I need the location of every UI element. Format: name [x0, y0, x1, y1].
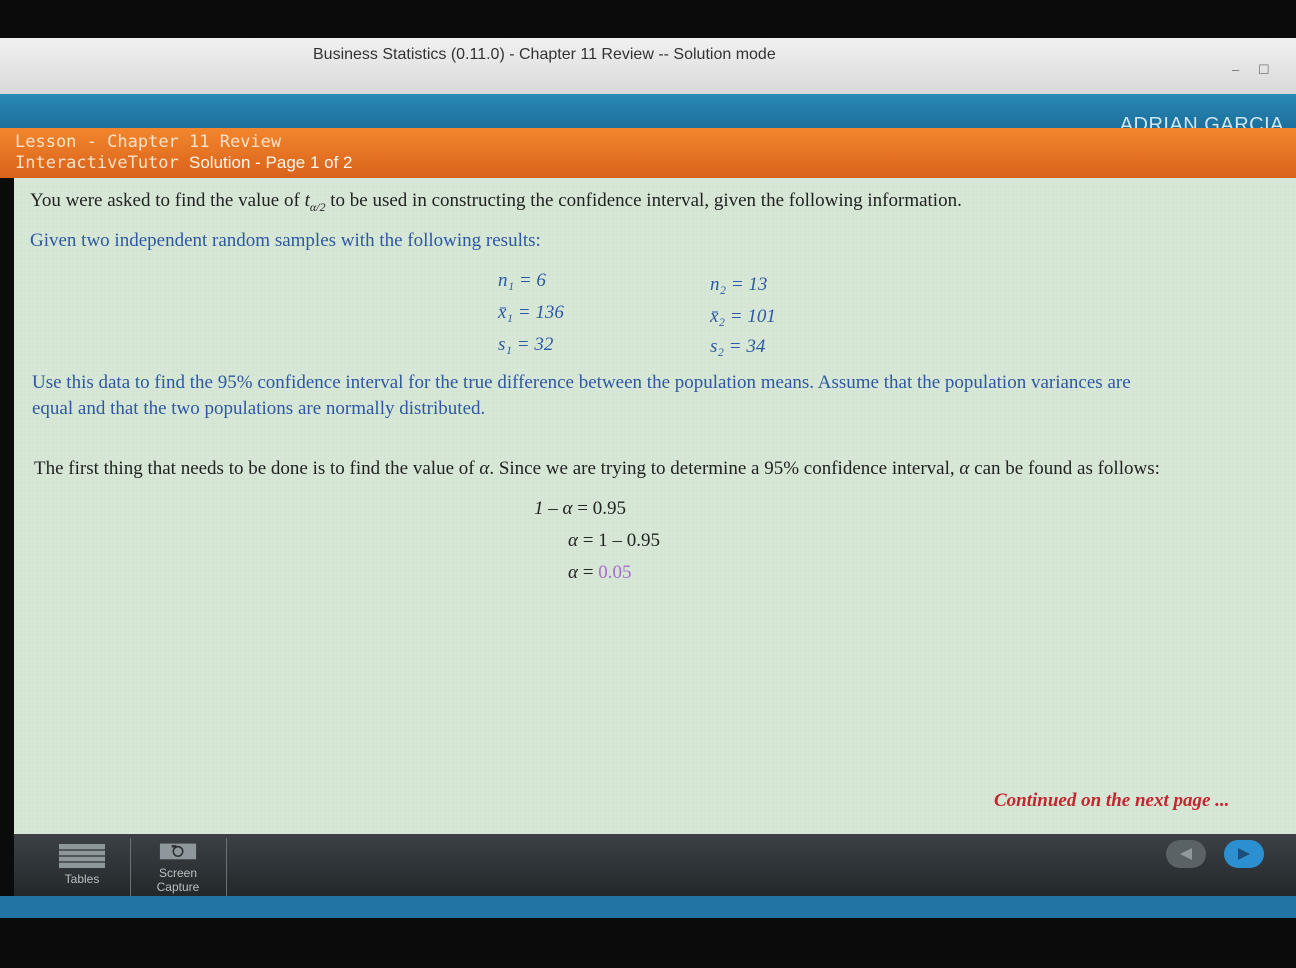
table-icon — [59, 844, 105, 868]
equation-1: 1 – α = 0.95 — [534, 498, 626, 520]
solution-step: The first thing that needs to be done is… — [34, 458, 1160, 480]
screen-capture-button[interactable]: Screen Capture — [130, 838, 227, 896]
sample2-n: n₂ = 13 — [710, 274, 768, 295]
task-line-2: equal and that the two populations are n… — [32, 398, 486, 419]
eq3-equals: = — [582, 562, 594, 583]
camera-icon — [159, 843, 197, 860]
lesson-subtitle-line: InteractiveTutor Solution - Page 1 of 2 — [15, 153, 353, 173]
footer-bar — [0, 896, 1296, 918]
eq1-lhs: 1 – α — [534, 498, 573, 519]
t-subscript: α/2 — [309, 199, 326, 214]
lesson-prefix: Lesson — [15, 132, 77, 152]
app-header: ADRIAN GARCIA — [0, 94, 1296, 136]
step-text-c: can be found as follows: — [969, 458, 1160, 479]
window-title: Business Statistics (0.11.0) - Chapter 1… — [313, 46, 776, 63]
eq1-rhs: = 0.95 — [577, 498, 626, 519]
sample2-sd: s₂ = 34 — [710, 336, 766, 357]
solution-panel: You were asked to find the value of tα/2… — [14, 178, 1296, 834]
lesson-bar: Lesson - Chapter 11 Review InteractiveTu… — [0, 128, 1296, 178]
intro-text-b: to be used in constructing the confidenc… — [325, 190, 962, 211]
bottom-toolbar: Tables Screen Capture — [14, 834, 1296, 896]
eq3-lhs: α — [568, 562, 578, 583]
screen-capture-label-1: Screen — [158, 866, 198, 880]
previous-page-button[interactable] — [1166, 840, 1206, 868]
alpha-symbol-2: α — [959, 458, 970, 479]
continued-note: Continued on the next page ... — [994, 790, 1230, 811]
step-text-a: The first thing that needs to be done is… — [34, 458, 480, 479]
eq2-rhs: = 1 – 0.95 — [582, 530, 660, 551]
sample1-n: n₁ = 6 — [498, 270, 546, 291]
sample2-mean: x̄₂ = 101 — [710, 306, 776, 327]
next-page-button[interactable] — [1224, 840, 1264, 868]
lesson-title-line: Lesson - Chapter 11 Review — [15, 132, 281, 152]
maximize-button[interactable]: ☐ — [1258, 62, 1270, 78]
alpha-symbol: α — [479, 458, 490, 479]
alpha-result: 0.05 — [598, 562, 632, 583]
eq2-lhs: α — [568, 530, 578, 551]
arrow-right-icon — [1238, 848, 1250, 860]
tables-button[interactable]: Tables — [34, 838, 131, 896]
minimize-button[interactable]: – — [1232, 62, 1239, 77]
sample1-sd: s₁ = 32 — [498, 334, 554, 355]
given-text: Given two independent random samples wit… — [30, 230, 541, 251]
equation-2: α = 1 – 0.95 — [568, 530, 660, 552]
screen-capture-label-2: Capture — [156, 880, 200, 894]
sample1-mean: x̄₁ = 136 — [498, 302, 564, 323]
step-text-b: . Since we are trying to determine a 95%… — [489, 458, 960, 479]
arrow-left-icon — [1180, 848, 1192, 860]
task-line-1: Use this data to find the 95% confidence… — [32, 372, 1131, 393]
brand-name: InteractiveTutor — [15, 153, 179, 173]
equation-3: α = 0.05 — [568, 562, 631, 584]
tables-label: Tables — [64, 872, 100, 886]
problem-intro: You were asked to find the value of tα/2… — [30, 190, 962, 215]
window-titlebar: Business Statistics (0.11.0) - Chapter 1… — [0, 38, 1296, 94]
intro-text-a: You were asked to find the value of — [30, 190, 305, 211]
lesson-chapter: - Chapter 11 Review — [86, 132, 282, 152]
page-indicator: Solution - Page 1 of 2 — [189, 153, 353, 172]
